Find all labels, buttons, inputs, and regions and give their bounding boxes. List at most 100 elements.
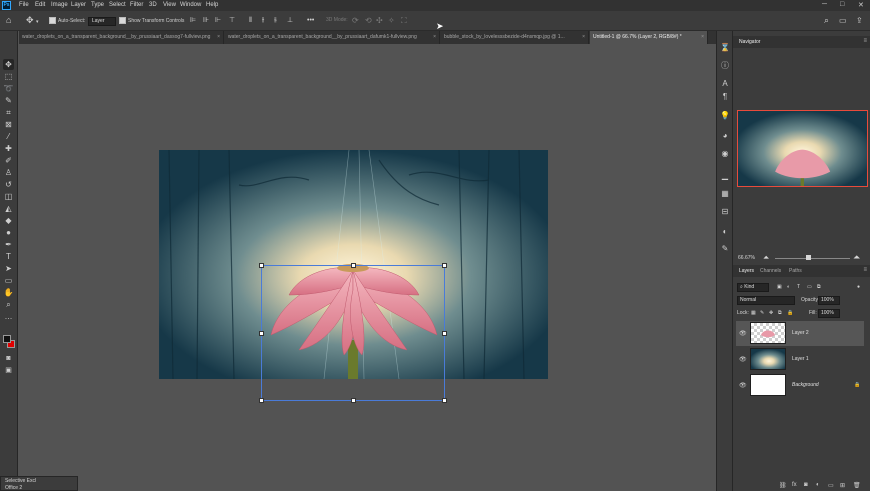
align-center-icon[interactable]: ⊪ — [203, 16, 209, 25]
menu-filter[interactable]: Filter — [130, 2, 143, 8]
transform-handle-bottom-left[interactable] — [259, 398, 264, 403]
pen-tool-icon[interactable]: ✒ — [3, 239, 14, 250]
transform-handle-top[interactable] — [351, 263, 356, 268]
close-icon[interactable]: ✕ — [858, 1, 864, 9]
transform-handle-top-left[interactable] — [259, 263, 264, 268]
distribute-left-icon[interactable]: ⫴ — [249, 16, 252, 25]
opacity-field[interactable]: 100% — [818, 296, 840, 305]
paragraph-icon[interactable]: ¶ — [720, 92, 730, 102]
navigator-zoom-value[interactable]: 66.67% — [738, 255, 755, 261]
zoom-out-icon[interactable]: ⏶ — [763, 253, 769, 263]
maximize-icon[interactable]: □ — [840, 1, 844, 8]
grid-icon[interactable]: ▦ — [720, 189, 730, 199]
tab-navigator[interactable]: Navigator — [739, 39, 760, 45]
type-tool-icon[interactable]: T — [3, 251, 14, 262]
more-options-icon[interactable]: ••• — [307, 16, 314, 25]
menu-window[interactable]: Window — [180, 2, 201, 8]
minimize-icon[interactable]: ─ — [822, 1, 827, 8]
clone-stamp-tool-icon[interactable]: ♙ — [3, 167, 14, 178]
layer-name[interactable]: Layer 2 — [792, 330, 809, 336]
selective-color-panel[interactable]: Selective Excl Office 2 — [0, 476, 78, 491]
lock-image-icon[interactable]: ✎ — [760, 310, 764, 316]
menu-view[interactable]: View — [163, 2, 176, 8]
filter-shape-icon[interactable]: ▭ — [807, 284, 812, 290]
blend-mode-dropdown[interactable]: Normal — [737, 296, 795, 305]
tab-close-icon[interactable]: × — [433, 31, 436, 44]
zoom-slider-track[interactable] — [775, 258, 850, 259]
document-tab[interactable]: bubble_stock_by_lovelesssbezide-d4nsmqp.… — [441, 31, 589, 44]
filter-smart-object-icon[interactable]: ⧉ — [817, 284, 821, 290]
tab-close-icon[interactable]: × — [701, 31, 704, 44]
adjustment-layer-icon[interactable]: ◐ — [816, 482, 820, 488]
history-icon[interactable]: ⌛ — [720, 43, 730, 53]
layer-name[interactable]: Background — [792, 382, 819, 388]
fill-field[interactable]: 100% — [818, 309, 840, 318]
tab-paths[interactable]: Paths — [789, 268, 802, 274]
home-icon[interactable]: ⌂ — [6, 16, 11, 25]
healing-brush-tool-icon[interactable]: ✚ — [3, 143, 14, 154]
lock-transparent-icon[interactable]: ▦ — [751, 310, 756, 316]
panel-menu-icon[interactable]: ≡ — [863, 38, 867, 44]
move-tool-preset-icon[interactable]: ✥ — [26, 16, 34, 25]
transform-handle-top-right[interactable] — [442, 263, 447, 268]
lock-position-icon[interactable]: ✥ — [769, 310, 773, 316]
menu-file[interactable]: File — [19, 2, 29, 8]
history-brush-tool-icon[interactable]: ↺ — [3, 179, 14, 190]
path-selection-tool-icon[interactable]: ➤ — [3, 263, 14, 274]
visibility-eye-icon[interactable]: 👁 — [739, 330, 747, 337]
hand-tool-icon[interactable]: ✋ — [3, 287, 14, 298]
tab-channels[interactable]: Channels — [760, 268, 781, 274]
distribute-center-icon[interactable]: ⫲ — [262, 16, 264, 25]
zoom-slider-thumb[interactable] — [806, 255, 811, 260]
brushes-icon[interactable]: ✎ — [720, 244, 730, 254]
more-tools-icon[interactable]: … — [3, 311, 14, 322]
filter-adjustment-icon[interactable]: ◐ — [787, 284, 790, 290]
align-right-icon[interactable]: ⊩ — [215, 16, 221, 25]
zoom-tool-icon[interactable]: ⌕ — [3, 299, 14, 310]
chevron-down-icon[interactable]: ▾ — [36, 18, 39, 27]
layer-name[interactable]: Layer 1 — [792, 356, 809, 362]
lock-artboard-icon[interactable]: ⧉ — [778, 310, 782, 316]
layer-row[interactable]: 👁 Background 🔒 — [736, 373, 864, 398]
filter-type-icon[interactable]: T — [797, 284, 800, 290]
transform-handle-bottom-right[interactable] — [442, 398, 447, 403]
color-icon[interactable]: ◕ — [720, 131, 730, 141]
auto-select-target-dropdown[interactable]: Layer — [88, 17, 116, 26]
new-layer-icon[interactable]: ⊞ — [840, 482, 845, 489]
slide-3d-icon[interactable]: ✧ — [388, 16, 395, 25]
document-tab-active[interactable]: Untitled-1 @ 66.7% (Layer 2, RGB/8#) * × — [590, 31, 708, 44]
document-tab[interactable]: water_droplets_on_a_transparent_backgrou… — [19, 31, 224, 44]
histogram-icon[interactable]: ▁ — [720, 171, 730, 181]
adjustments-icon[interactable]: ⊟ — [720, 207, 730, 217]
menu-image[interactable]: Image — [51, 2, 68, 8]
menu-help[interactable]: Help — [206, 2, 218, 8]
dodge-tool-icon[interactable]: ● — [3, 227, 14, 238]
quick-select-tool-icon[interactable]: ✎ — [3, 95, 14, 106]
paint-bucket-tool-icon[interactable]: ◭ — [3, 203, 14, 214]
transform-handle-bottom[interactable] — [351, 398, 356, 403]
transform-handle-right[interactable] — [442, 331, 447, 336]
menu-type[interactable]: Type — [91, 2, 104, 8]
zoom-in-icon[interactable]: ⏶ — [853, 252, 860, 263]
panel-menu-icon[interactable]: ≡ — [863, 267, 867, 273]
link-layers-icon[interactable]: ⛓ — [779, 482, 787, 489]
align-left-icon[interactable]: ⊫ — [190, 16, 196, 25]
shape-tool-icon[interactable]: ▭ — [3, 275, 14, 286]
orbit-3d-icon[interactable]: ⟳ — [352, 16, 359, 25]
layer-row[interactable]: 👁 Layer 1 — [736, 347, 864, 372]
foreground-color-swatch[interactable] — [3, 335, 11, 343]
tab-close-icon[interactable]: × — [217, 31, 220, 44]
add-mask-icon[interactable]: ◙ — [804, 482, 808, 488]
layer-row[interactable]: 👁 Layer 2 — [736, 321, 864, 346]
layer-style-icon[interactable]: fx — [792, 482, 797, 488]
scale-3d-icon[interactable]: ⛶ — [401, 16, 407, 25]
lasso-tool-icon[interactable]: ➰ — [3, 83, 14, 94]
transform-bounding-box[interactable] — [259, 263, 447, 403]
trash-icon[interactable]: 🗑 — [853, 482, 861, 489]
learn-icon[interactable]: 💡 — [720, 111, 730, 121]
visibility-eye-icon[interactable]: 👁 — [739, 356, 747, 363]
menu-select[interactable]: Select — [109, 2, 126, 8]
marquee-tool-icon[interactable]: ⬚ — [3, 71, 14, 82]
move-tool-icon[interactable]: ✥ — [3, 59, 14, 70]
pan-3d-icon[interactable]: ✣ — [376, 16, 383, 25]
